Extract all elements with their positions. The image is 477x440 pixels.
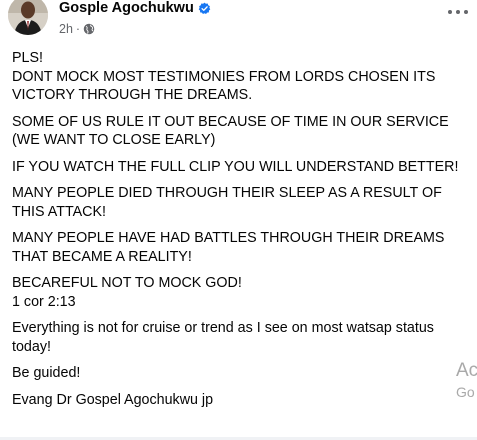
more-dot [448, 10, 452, 14]
more-dot [456, 10, 460, 14]
watermark-line-2: Go [456, 384, 475, 400]
post-paragraph: Be guided! [12, 365, 81, 381]
post-body: PLS! DONT MOCK MOST TESTIMONIES FROM LOR… [12, 49, 464, 417]
post-meta: 2h · [59, 22, 211, 36]
facebook-post: Gosple Agochukwu 2h · PLS! DONT MOCK MOS… [0, 0, 477, 440]
author-row: Gosple Agochukwu [59, 0, 211, 17]
author-block: Gosple Agochukwu 2h · [59, 0, 211, 36]
post-timestamp[interactable]: 2h [59, 22, 73, 36]
globe-icon[interactable] [83, 23, 95, 35]
post-paragraph: BECAREFUL NOT TO MOCK GOD! 1 cor 2:13 [12, 275, 242, 310]
post-signature: Evang Dr Gospel Agochukwu jp [12, 391, 214, 408]
verified-badge-icon [198, 2, 211, 15]
post-paragraph: SOME OF US RULE IT OUT BECAUSE OF TIME I… [12, 113, 449, 149]
post-paragraph: IF YOU WATCH THE FULL CLIP YOU WILL UNDE… [12, 158, 459, 175]
windows-activation-watermark: Ac Go [456, 360, 477, 402]
author-name[interactable]: Gosple Agochukwu [59, 0, 194, 17]
more-dot [464, 10, 468, 14]
watermark-line-1: Ac [456, 360, 477, 381]
post-paragraph: PLS! DONT MOCK MOST TESTIMONIES FROM LOR… [12, 50, 436, 103]
meta-separator: · [75, 22, 81, 36]
avatar-photo [8, 0, 48, 35]
post-paragraph: MANY PEOPLE DIED THROUGH THEIR SLEEP AS … [12, 185, 442, 220]
post-paragraph: MANY PEOPLE HAVE HAD BATTLES THROUGH THE… [12, 230, 445, 265]
post-paragraph: Everything is not for cruise or trend as… [12, 320, 434, 355]
author-avatar[interactable] [8, 0, 48, 35]
more-options-icon[interactable] [448, 8, 468, 16]
post-header: Gosple Agochukwu 2h · [0, 0, 477, 40]
